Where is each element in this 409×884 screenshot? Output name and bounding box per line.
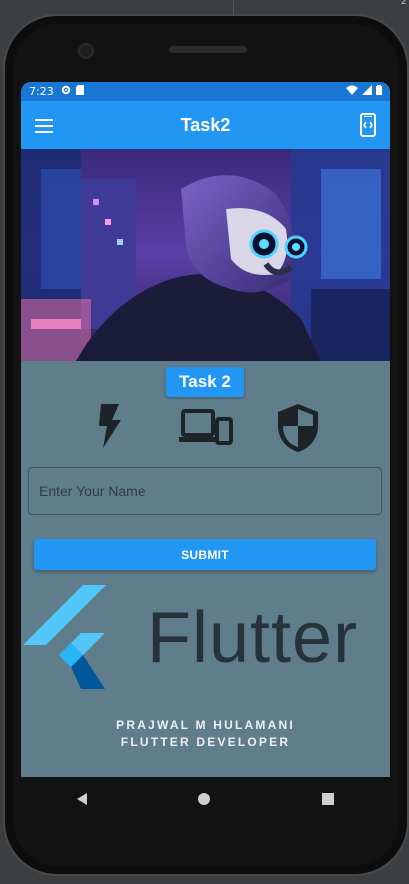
submit-button[interactable]: SUBMIT bbox=[34, 539, 376, 570]
flash-icon bbox=[97, 404, 123, 453]
name-input[interactable] bbox=[29, 468, 381, 514]
name-input-field[interactable] bbox=[28, 467, 382, 515]
security-shield-icon bbox=[278, 404, 318, 457]
ide-corner-label: 2 bbox=[400, 0, 407, 7]
credit-role: FLUTTER DEVELOPER bbox=[120, 735, 291, 749]
app-screen: 7:23 Task2 Task 2 Enter Your Name SUBMIT… bbox=[21, 82, 390, 777]
back-icon[interactable] bbox=[76, 793, 87, 805]
content-area: Task 2 SUBMIT bbox=[21, 82, 390, 777]
earpiece-speaker bbox=[169, 46, 247, 53]
flutter-wordmark: Flutter bbox=[147, 598, 359, 678]
flutter-logo-icon bbox=[23, 585, 123, 694]
task2-button[interactable]: Task 2 bbox=[166, 367, 244, 397]
home-icon[interactable] bbox=[198, 793, 211, 805]
credit-name: PRAJWAL M HULAMANI bbox=[116, 718, 295, 732]
front-camera bbox=[78, 43, 94, 59]
system-navigation-bar bbox=[21, 777, 390, 821]
recents-icon[interactable] bbox=[322, 793, 335, 805]
devices-icon bbox=[179, 409, 233, 450]
